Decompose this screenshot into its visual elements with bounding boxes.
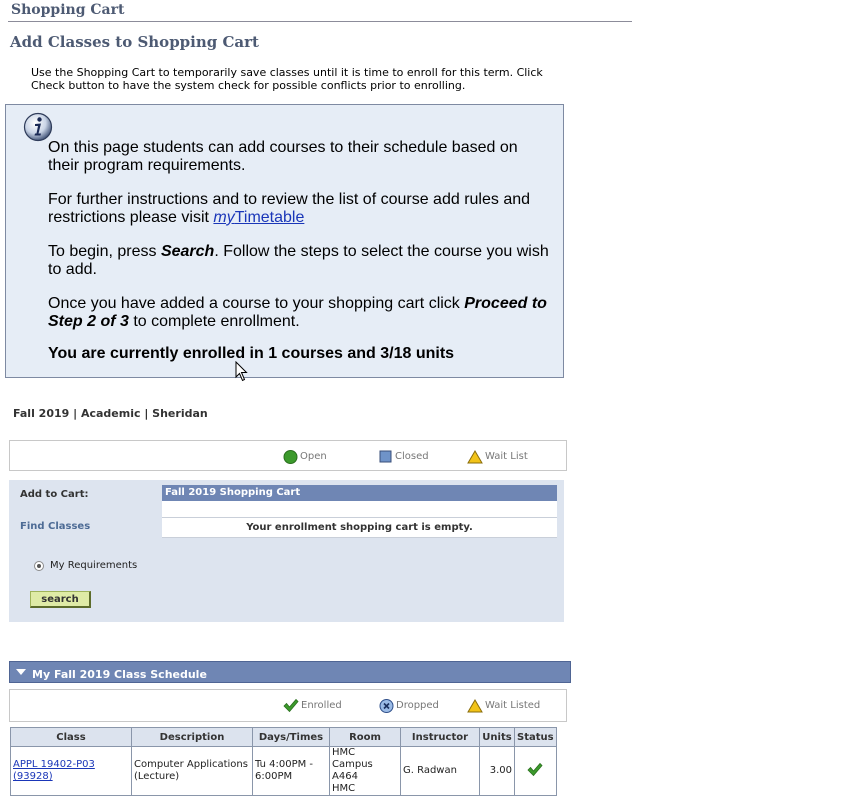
shopping-cart-empty-message: Your enrollment shopping cart is empty. — [162, 518, 557, 538]
info-text: On this page students can add courses to… — [48, 139, 553, 379]
table-header-row: Class Description Days/Times Room Instru… — [10, 727, 557, 747]
availability-legend: Open Closed Wait List — [9, 440, 567, 471]
green-check-icon — [283, 698, 299, 713]
class-schedule-table: Class Description Days/Times Room Instru… — [10, 727, 557, 796]
cell-room: HMC Campus A464 HMC — [329, 746, 401, 796]
enrollment-legend: Enrolled Dropped Wait Listed — [9, 689, 567, 722]
cell-status — [514, 746, 557, 796]
mytimetable-link-my: my — [213, 209, 235, 226]
info-p3-prefix: To begin, press — [48, 243, 161, 260]
time-start: Tu 4:00PM - — [255, 759, 314, 770]
room-location: HMC — [332, 783, 356, 794]
description-type: (Lecture) — [134, 771, 180, 782]
add-to-cart-label: Add to Cart: — [20, 489, 89, 500]
shopping-cart-header: Fall 2019 Shopping Cart — [162, 485, 557, 501]
green-check-icon — [527, 762, 543, 776]
class-number: (93928) — [13, 771, 53, 782]
description-title: Computer Applications — [134, 759, 248, 770]
page-header-title: Shopping Cart — [11, 2, 125, 18]
class-schedule-title: My Fall 2019 Class Schedule — [32, 668, 207, 681]
legend-open-label: Open — [300, 451, 327, 462]
triangle-down-icon[interactable] — [16, 669, 26, 675]
cell-instructor: G. Radwan — [400, 746, 480, 796]
info-paragraph-3: To begin, press Search. Follow the steps… — [48, 243, 553, 279]
legend-open: Open — [283, 449, 327, 464]
class-link[interactable]: APPL 19402-P03 (93928) — [13, 759, 95, 782]
info-paragraph-2: For further instructions and to review t… — [48, 191, 553, 227]
col-description: Description — [131, 727, 253, 747]
term-label: Fall 2019 | Academic | Sheridan — [13, 407, 208, 420]
col-room: Room — [329, 727, 401, 747]
time-end: 6:00PM — [255, 771, 293, 782]
green-circle-icon — [283, 450, 298, 464]
info-p4-prefix: Once you have added a course to your sho… — [48, 295, 465, 312]
yellow-triangle-icon — [467, 699, 483, 713]
col-instructor: Instructor — [400, 727, 480, 747]
legend-enrolled: Enrolled — [283, 698, 342, 713]
yellow-triangle-icon — [467, 450, 483, 464]
legend-waitlist: Wait List — [467, 449, 528, 464]
blue-x-circle-icon — [379, 699, 394, 713]
room-number: A464 — [332, 771, 358, 782]
col-status: Status — [514, 727, 557, 747]
room-campus: HMC Campus — [332, 747, 373, 770]
intro-text: Use the Shopping Cart to temporarily sav… — [31, 66, 543, 92]
legend-dropped-label: Dropped — [396, 700, 439, 711]
header-divider — [8, 21, 632, 22]
legend-closed: Closed — [379, 449, 429, 463]
mouse-pointer-icon — [235, 361, 248, 382]
cell-units: 3.00 — [479, 746, 515, 796]
legend-closed-label: Closed — [395, 450, 429, 462]
class-code: APPL 19402-P03 — [13, 759, 95, 770]
legend-waitlisted-label: Wait Listed — [485, 700, 541, 711]
legend-waitlisted: Wait Listed — [467, 698, 540, 713]
info-paragraph-1: On this page students can add courses to… — [48, 139, 518, 174]
mytimetable-link[interactable]: myTimetable — [213, 209, 304, 226]
info-p4-suffix: to complete enrollment. — [128, 313, 300, 330]
page-subtitle: Add Classes to Shopping Cart — [10, 33, 259, 51]
shopping-cart-row — [162, 501, 557, 518]
find-classes-link[interactable]: Find Classes — [20, 521, 90, 532]
info-p3-search: Search — [160, 243, 215, 260]
col-days-times: Days/Times — [252, 727, 330, 747]
info-paragraph-4: Once you have added a course to your sho… — [48, 295, 553, 331]
legend-dropped: Dropped — [379, 698, 439, 713]
mytimetable-link-rest: Timetable — [234, 209, 305, 226]
legend-waitlist-label: Wait List — [485, 451, 528, 462]
my-requirements-label[interactable]: My Requirements — [50, 560, 137, 571]
cell-class: APPL 19402-P03 (93928) — [10, 746, 132, 796]
info-circle-icon — [23, 112, 53, 142]
cell-days-times: Tu 4:00PM -6:00PM — [252, 746, 330, 796]
search-button[interactable]: search — [30, 591, 91, 608]
blue-square-icon — [379, 450, 392, 463]
cell-description: Computer Applications (Lecture) — [131, 746, 253, 796]
legend-enrolled-label: Enrolled — [301, 700, 342, 711]
col-class: Class — [10, 727, 132, 747]
info-box: On this page students can add courses to… — [5, 104, 564, 378]
table-row: APPL 19402-P03 (93928) Computer Applicati… — [10, 746, 557, 796]
my-requirements-radio[interactable] — [34, 561, 44, 571]
enrollment-status-text: You are currently enrolled in 1 courses … — [48, 345, 455, 362]
col-units: Units — [479, 727, 515, 747]
